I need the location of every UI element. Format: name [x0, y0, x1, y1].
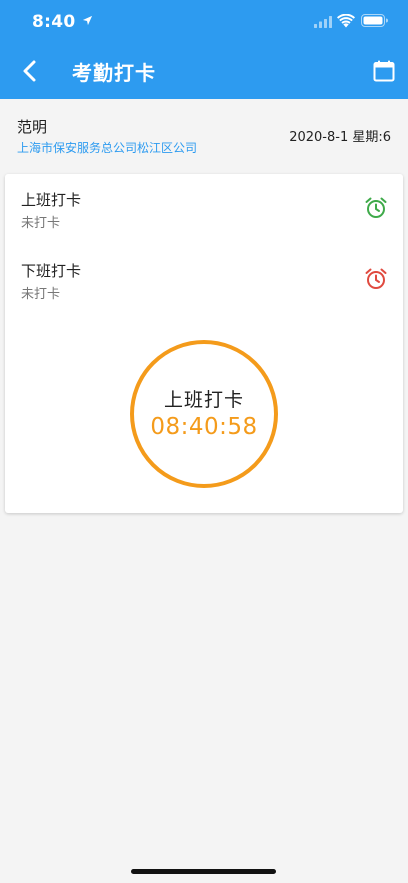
status-bar: 8:40: [0, 0, 408, 44]
check-out-row: 下班打卡 未打卡: [5, 245, 403, 305]
alarm-clock-icon: [365, 197, 387, 218]
user-info: 范明 上海市保安服务总公司松江区公司 2020-8-1 星期:6: [0, 99, 408, 169]
date-weekday: 2020-8-1 星期:6: [289, 130, 391, 145]
check-in-status: 未打卡: [21, 216, 61, 231]
punch-label: 上班打卡: [163, 388, 244, 411]
battery-icon: [361, 14, 388, 27]
check-in-row: 上班打卡 未打卡: [5, 174, 403, 234]
punch-button[interactable]: 上班打卡 08:40:58: [130, 340, 278, 488]
check-in-label: 上班打卡: [21, 191, 82, 209]
location-arrow-icon: [82, 15, 93, 26]
app-bar: 考勤打卡: [0, 44, 408, 99]
alarm-clock-icon: [365, 268, 387, 289]
attendance-card: 上班打卡 未打卡 下班打卡 未打卡 上班打卡 08:40:58: [5, 174, 403, 513]
company-name: 上海市保安服务总公司松江区公司: [17, 141, 198, 155]
attendance-screen: 8:40 考勤打卡 范明 上海市保安服务总公司松江区公司 2020-8-1 星期…: [0, 0, 408, 883]
wifi-icon: [337, 14, 355, 28]
top-bar: 8:40 考勤打卡: [0, 0, 408, 99]
calendar-icon[interactable]: [372, 59, 396, 83]
user-name: 范明: [17, 118, 48, 136]
page-title: 考勤打卡: [72, 61, 156, 85]
cellular-signal-icon: [314, 16, 332, 28]
check-out-status: 未打卡: [21, 287, 61, 302]
home-indicator[interactable]: [131, 869, 276, 874]
punch-time: 08:40:58: [150, 413, 258, 440]
back-arrow-icon[interactable]: [18, 58, 42, 84]
check-out-label: 下班打卡: [21, 262, 82, 280]
status-time: 8:40: [32, 12, 76, 32]
